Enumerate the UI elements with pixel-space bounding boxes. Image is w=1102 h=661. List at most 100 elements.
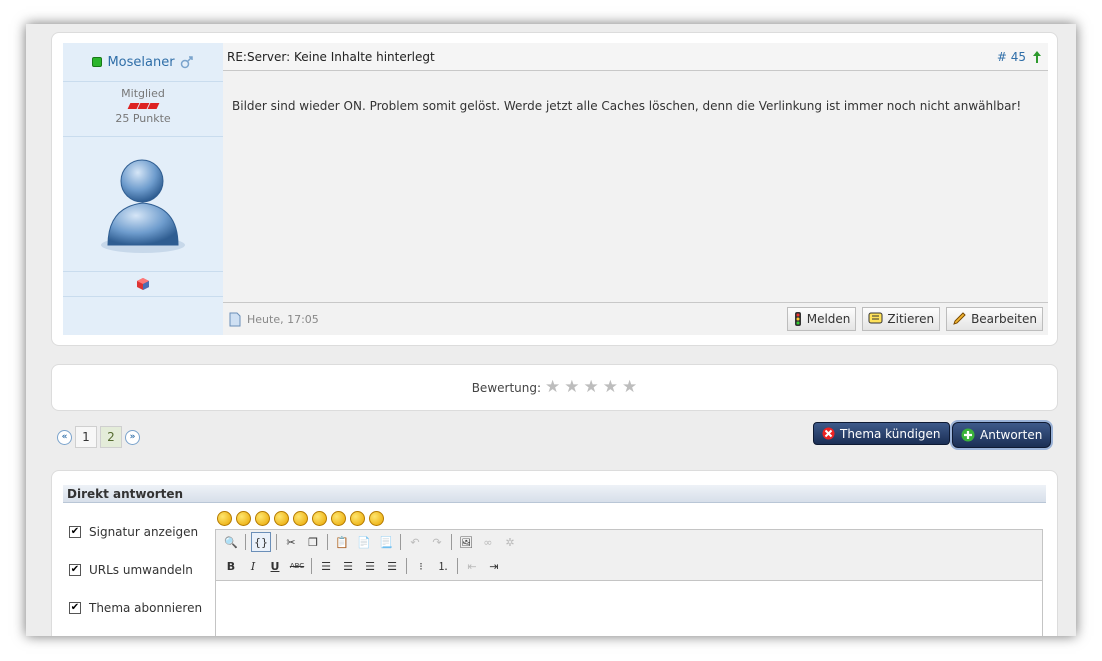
paste-word-icon[interactable]: 📃 — [377, 533, 395, 551]
quote-button[interactable]: Zitieren — [862, 307, 941, 331]
paste-text-icon[interactable]: 📄 — [355, 533, 373, 551]
option-subscribe-thread[interactable]: ✔ Thema abonnieren — [69, 601, 202, 615]
toolbar-row-2: B I U ABC ☰ ☰ ☰ ☰ ⁝ ⒈ ⇤ ⇥ — [216, 554, 1042, 578]
page-link[interactable]: 1 — [75, 426, 97, 448]
smiley-icon[interactable] — [236, 511, 251, 526]
red-x-icon — [822, 427, 835, 440]
post-number: # 45 — [997, 50, 1042, 64]
green-plus-icon — [961, 428, 975, 442]
align-center-icon[interactable]: ☰ — [339, 557, 357, 575]
report-button[interactable]: Melden — [786, 307, 857, 331]
bullet-list-icon[interactable]: ⁝ — [412, 557, 430, 575]
star-icon[interactable]: ★ — [545, 379, 560, 396]
unlink-icon[interactable]: ✲ — [501, 533, 519, 551]
last-page-icon[interactable]: » — [125, 429, 140, 445]
subscribe-thread-checkbox[interactable]: ✔ — [69, 602, 81, 614]
page-frame: Moselaner Mitglied 25 Punkte RE:Server: … — [26, 24, 1076, 636]
toolbar-row-1: 🔍 {} ✂ ❐ 📋 📄 📃 ↶ ↷ 🖼 ∞ ✲ — [216, 530, 1042, 554]
align-left-icon[interactable]: ☰ — [317, 557, 335, 575]
user-panel: Moselaner Mitglied 25 Punkte — [63, 43, 223, 335]
post-footer: Heute, 17:05 Melden Zitieren Bearbeiten — [223, 302, 1048, 335]
rank-section: Mitglied 25 Punkte — [63, 82, 223, 137]
option-convert-urls[interactable]: ✔ URLs umwandeln — [69, 563, 193, 577]
editor-toolbar: 🔍 {} ✂ ❐ 📋 📄 📃 ↶ ↷ 🖼 ∞ ✲ B I U ABC ☰ ☰ ☰… — [216, 530, 1042, 581]
editor-textarea[interactable] — [216, 581, 1042, 636]
option-show-signature[interactable]: ✔ Signatur anzeigen — [69, 525, 198, 539]
traffic-light-icon — [794, 312, 801, 326]
indent-icon[interactable]: ⇥ — [485, 557, 503, 575]
convert-urls-checkbox[interactable]: ✔ — [69, 564, 81, 576]
subscribe-thread-label: Thema abonnieren — [89, 601, 203, 615]
arrow-up-icon[interactable] — [1032, 50, 1042, 64]
link-icon[interactable]: ∞ — [479, 533, 497, 551]
convert-urls-label: URLs umwandeln — [89, 563, 193, 577]
star-icon[interactable]: ★ — [603, 379, 618, 396]
underline-icon[interactable]: U — [266, 557, 284, 575]
source-code-icon[interactable]: {} — [251, 532, 271, 552]
edit-button-label: Bearbeiten — [971, 312, 1037, 326]
first-page-icon[interactable]: « — [57, 429, 72, 445]
cut-icon[interactable]: ✂ — [282, 533, 300, 551]
preview-icon[interactable]: 🔍 — [222, 533, 240, 551]
username-link[interactable]: Moselaner — [107, 55, 174, 70]
document-icon — [229, 312, 241, 326]
smiley-icon[interactable] — [331, 511, 346, 526]
quote-button-label: Zitieren — [887, 312, 935, 326]
default-avatar-icon — [101, 159, 185, 253]
speech-bubble-icon — [868, 312, 883, 324]
cube-badge-icon — [137, 278, 149, 290]
undo-icon[interactable]: ↶ — [406, 533, 424, 551]
strikethrough-icon[interactable]: ABC — [288, 557, 306, 575]
align-justify-icon[interactable]: ☰ — [383, 557, 401, 575]
smiley-icon[interactable] — [255, 511, 270, 526]
smiley-icon[interactable] — [217, 511, 232, 526]
online-status-icon — [92, 57, 103, 67]
paste-icon[interactable]: 📋 — [333, 533, 351, 551]
unsubscribe-thread-button[interactable]: Thema kündigen — [813, 422, 950, 445]
rank-label: Mitglied — [121, 87, 165, 100]
post-date-text: Heute, 17:05 — [247, 312, 319, 326]
badge-row — [63, 272, 223, 297]
unsubscribe-label: Thema kündigen — [840, 426, 941, 441]
username-row: Moselaner — [63, 43, 223, 82]
post-body: Bilder sind wieder ON. Problem somit gel… — [232, 99, 1022, 113]
post-card: Moselaner Mitglied 25 Punkte RE:Server: … — [51, 32, 1058, 346]
smiley-icon[interactable] — [293, 511, 308, 526]
rating-label: Bewertung: — [471, 380, 542, 395]
smiley-icon[interactable] — [350, 511, 365, 526]
show-signature-checkbox[interactable]: ✔ — [69, 526, 81, 538]
outdent-icon[interactable]: ⇤ — [463, 557, 481, 575]
bold-icon[interactable]: B — [222, 557, 240, 575]
points-label: 25 Punkte — [115, 112, 171, 125]
insert-image-icon[interactable]: 🖼 — [457, 533, 475, 551]
post-title: RE:Server: Keine Inhalte hinterlegt — [227, 49, 435, 64]
smiley-bar — [217, 511, 384, 526]
male-gender-icon — [180, 56, 193, 69]
smiley-icon[interactable] — [312, 511, 327, 526]
rating-card: Bewertung: ★ ★ ★ ★ ★ — [51, 364, 1058, 411]
quick-reply-card: Direkt antworten ✔ Signatur anzeigen ✔ U… — [51, 470, 1058, 636]
star-icon[interactable]: ★ — [584, 379, 599, 396]
post-content: RE:Server: Keine Inhalte hinterlegt # 45… — [223, 43, 1048, 335]
report-button-label: Melden — [806, 312, 851, 326]
numbered-list-icon[interactable]: ⒈ — [434, 557, 452, 575]
smiley-icon[interactable] — [369, 511, 384, 526]
post-header: RE:Server: Keine Inhalte hinterlegt # 45 — [223, 43, 1048, 71]
post-date: Heute, 17:05 — [229, 312, 319, 327]
current-page[interactable]: 2 — [100, 426, 122, 448]
redo-icon[interactable]: ↷ — [428, 533, 446, 551]
rank-bars-icon — [63, 103, 223, 109]
post-number-link[interactable]: # 45 — [997, 50, 1026, 64]
quick-reply-heading: Direkt antworten — [63, 485, 1046, 503]
pencil-icon — [953, 312, 966, 325]
edit-button[interactable]: Bearbeiten — [946, 307, 1043, 331]
message-editor: 🔍 {} ✂ ❐ 📋 📄 📃 ↶ ↷ 🖼 ∞ ✲ B I U ABC ☰ ☰ ☰… — [215, 529, 1043, 636]
star-icon[interactable]: ★ — [564, 379, 579, 396]
reply-button[interactable]: Antworten — [952, 422, 1052, 448]
align-right-icon[interactable]: ☰ — [361, 557, 379, 575]
copy-icon[interactable]: ❐ — [304, 533, 322, 551]
star-icon[interactable]: ★ — [622, 379, 637, 396]
pagination: « 1 2 » — [57, 426, 140, 448]
italic-icon[interactable]: I — [244, 557, 262, 575]
smiley-icon[interactable] — [274, 511, 289, 526]
